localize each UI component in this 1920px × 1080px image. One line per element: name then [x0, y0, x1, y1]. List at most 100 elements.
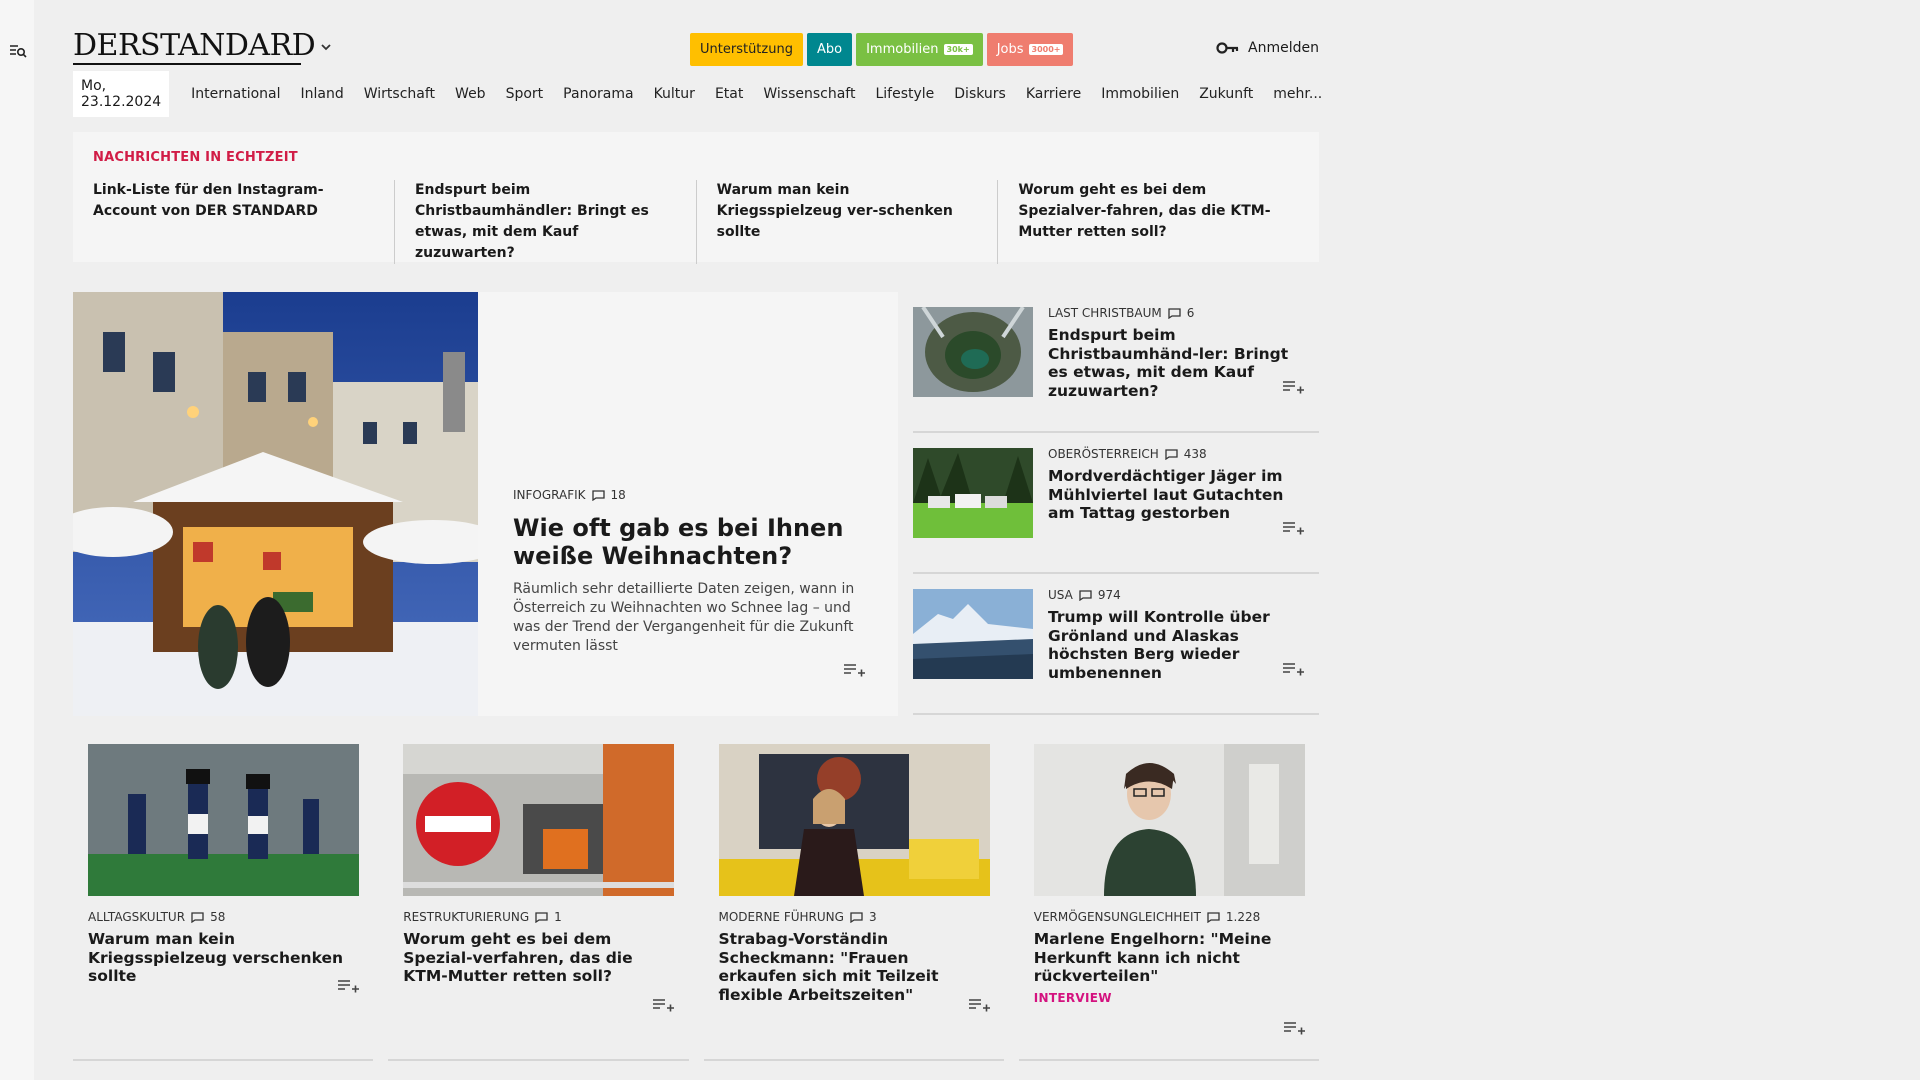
add-to-list-icon[interactable]	[337, 979, 359, 995]
nav-item-lifestyle[interactable]: Lifestyle	[865, 86, 944, 102]
card-kicker-label: MODERNE FÜHRUNG	[718, 910, 844, 924]
card-text: ALLTAGSKULTUR 58 Warum man kein Kriegssp…	[88, 910, 359, 986]
jobs-label: Jobs	[996, 42, 1024, 57]
logo-underline	[73, 63, 301, 65]
hero-kicker: INFOGRAFIK 18	[513, 488, 873, 502]
nav-item-kultur[interactable]: Kultur	[644, 86, 705, 102]
side-article-text: USA 974 Trump will Kontrolle über Grönla…	[1048, 588, 1308, 682]
comment-count: 1.228	[1225, 910, 1261, 924]
comment-count: 18	[610, 488, 626, 502]
nav-item-wirtschaft[interactable]: Wirtschaft	[354, 86, 445, 102]
ticker-item[interactable]: Link-Liste für den Instagram-Account von…	[93, 180, 394, 264]
comment-icon	[1079, 589, 1092, 601]
card-headline[interactable]: Strabag-Vorständin Scheckmann: "Frauen e…	[719, 930, 990, 1004]
article-card[interactable]: VERMÖGENSUNGLEICHHEIT 1.228 Marlene Enge…	[1018, 744, 1319, 1061]
side-headline[interactable]: Trump will Kontrolle über Grönland und A…	[1048, 608, 1308, 682]
nav-item-wissenschaft[interactable]: Wissenschaft	[753, 86, 865, 102]
header-pills: Unterstützung Abo Immobilien 30k+ Jobs 300…	[690, 33, 1074, 66]
article-card[interactable]: RESTRUKTURIERUNG 1 Worum geht es bei dem…	[388, 744, 689, 1061]
comment-icon	[850, 911, 863, 923]
nav-item-web[interactable]: Web	[445, 86, 496, 102]
comment-count: 1	[554, 910, 562, 924]
nav-item-immobilien[interactable]: Immobilien	[1091, 86, 1189, 102]
immobilien-button[interactable]: Immobilien 30k+	[856, 33, 983, 66]
card-text: RESTRUKTURIERUNG 1 Worum geht es bei dem…	[403, 910, 674, 986]
chevron-down-icon[interactable]	[319, 40, 333, 54]
toy-soldiers-image	[88, 744, 359, 896]
card-text: MODERNE FÜHRUNG 3 Strabag-Vorständin Sch…	[719, 910, 990, 1004]
current-date: Mo, 23.12.2024	[73, 71, 170, 117]
comment-count: 974	[1097, 588, 1121, 602]
card-text: VERMÖGENSUNGLEICHHEIT 1.228 Marlene Enge…	[1034, 910, 1305, 1005]
interview-tag: INTERVIEW	[1033, 990, 1112, 1005]
side-headline[interactable]: Mordverdächtiger Jäger im Mühlviertel la…	[1048, 467, 1308, 523]
nav-item-more[interactable]: mehr...	[1263, 86, 1332, 102]
side-headline[interactable]: Endspurt beim Christbaumhänd-ler: Bringt…	[1048, 326, 1308, 400]
login-label: Anmelden	[1248, 40, 1319, 56]
card-kicker: VERMÖGENSUNGLEICHHEIT 1.228	[1034, 910, 1305, 924]
add-to-list-icon[interactable]	[968, 998, 990, 1014]
ticker-item[interactable]: Endspurt beim Christbaumhändler: Bringt …	[393, 180, 696, 264]
header: DERSTANDARD Unterstützung Abo Immobilien…	[73, 0, 1319, 70]
immobilien-label: Immobilien	[866, 42, 939, 57]
article-card[interactable]: MODERNE FÜHRUNG 3 Strabag-Vorständin Sch…	[703, 744, 1004, 1061]
add-to-list-icon[interactable]	[1282, 662, 1304, 678]
login-button[interactable]: Anmelden	[1216, 40, 1319, 56]
abo-label: Abo	[816, 42, 843, 57]
forest-vehicles-image	[913, 448, 1033, 538]
article-cards: ALLTAGSKULTUR 58 Warum man kein Kriegssp…	[73, 744, 1319, 1061]
nav-item-etat[interactable]: Etat	[705, 86, 753, 102]
ticker-item[interactable]: Warum man kein Kriegsspielzeug ver-schen…	[695, 180, 998, 264]
card-kicker-label: ALLTAGSKULTUR	[88, 910, 186, 924]
realtime-news-ticker: NACHRICHTEN IN ECHTZEIT Link-Liste für d…	[73, 132, 1319, 264]
add-to-list-icon[interactable]	[652, 998, 675, 1014]
add-to-list-icon[interactable]	[1282, 380, 1304, 396]
ticker-item[interactable]: Worum geht es bei dem Spezialver-fahren,…	[997, 180, 1299, 264]
portrait-woman-image	[718, 744, 990, 896]
mountain-landscape-image	[913, 589, 1033, 679]
add-to-list-icon[interactable]	[843, 663, 865, 679]
abo-button[interactable]: Abo	[806, 33, 853, 66]
menu-search-icon[interactable]	[9, 43, 27, 59]
side-article[interactable]: LAST CHRISTBAUM 6 Endspurt beim Christba…	[913, 292, 1319, 433]
christmas-market-image	[73, 292, 478, 716]
hero-article[interactable]: INFOGRAFIK 18 Wie oft gab es bei Ihnen w…	[73, 292, 898, 716]
card-headline[interactable]: Worum geht es bei dem Spezial-verfahren,…	[403, 930, 674, 986]
side-kicker-label: LAST CHRISTBAUM	[1048, 306, 1162, 320]
jobs-button[interactable]: Jobs 3000+	[986, 33, 1074, 66]
logo[interactable]: DERSTANDARD	[73, 28, 316, 63]
comment-icon	[1207, 911, 1220, 923]
side-kicker-label: OBERÖSTERREICH	[1048, 447, 1159, 461]
card-kicker: ALLTAGSKULTUR 58	[88, 910, 359, 924]
card-headline[interactable]: Marlene Engelhorn: "Meine Herkunft kann …	[1034, 930, 1305, 986]
hero-kicker-label: INFOGRAFIK	[513, 488, 586, 502]
nav-item-panorama[interactable]: Panorama	[553, 86, 643, 102]
side-article[interactable]: USA 974 Trump will Kontrolle über Grönla…	[913, 574, 1319, 715]
support-label: Unterstützung	[700, 42, 793, 57]
comment-count: 58	[210, 910, 226, 924]
top-stories: INFOGRAFIK 18 Wie oft gab es bei Ihnen w…	[73, 292, 1319, 716]
card-kicker: RESTRUKTURIERUNG 1	[403, 910, 674, 924]
nav-item-sport[interactable]: Sport	[496, 86, 554, 102]
comment-count: 438	[1183, 447, 1207, 461]
nav-item-karriere[interactable]: Karriere	[1016, 86, 1091, 102]
christmas-tree-image	[913, 307, 1033, 397]
add-to-list-icon[interactable]	[1283, 1021, 1305, 1037]
hero-headline[interactable]: Wie oft gab es bei Ihnen weiße Weihnacht…	[513, 514, 873, 570]
nav-item-inland[interactable]: Inland	[291, 86, 354, 102]
left-rail	[0, 0, 34, 1080]
nav-item-diskurs[interactable]: Diskurs	[944, 86, 1016, 102]
comment-count: 6	[1186, 306, 1195, 320]
card-headline[interactable]: Warum man kein Kriegsspielzeug verschenk…	[88, 930, 359, 986]
comment-icon	[191, 911, 204, 923]
add-to-list-icon[interactable]	[1282, 521, 1304, 537]
comment-icon	[1168, 307, 1181, 319]
ticker-title: NACHRICHTEN IN ECHTZEIT	[93, 150, 298, 165]
main-nav: Mo, 23.12.2024 International Inland Wirt…	[73, 71, 1322, 117]
support-button[interactable]: Unterstützung	[690, 33, 803, 66]
article-card[interactable]: ALLTAGSKULTUR 58 Warum man kein Kriegssp…	[73, 744, 374, 1061]
side-article[interactable]: OBERÖSTERREICH 438 Mordverdächtiger Jäge…	[913, 433, 1319, 574]
comment-icon	[591, 489, 605, 501]
nav-item-international[interactable]: International	[181, 86, 290, 102]
nav-item-zukunft[interactable]: Zukunft	[1189, 86, 1263, 102]
